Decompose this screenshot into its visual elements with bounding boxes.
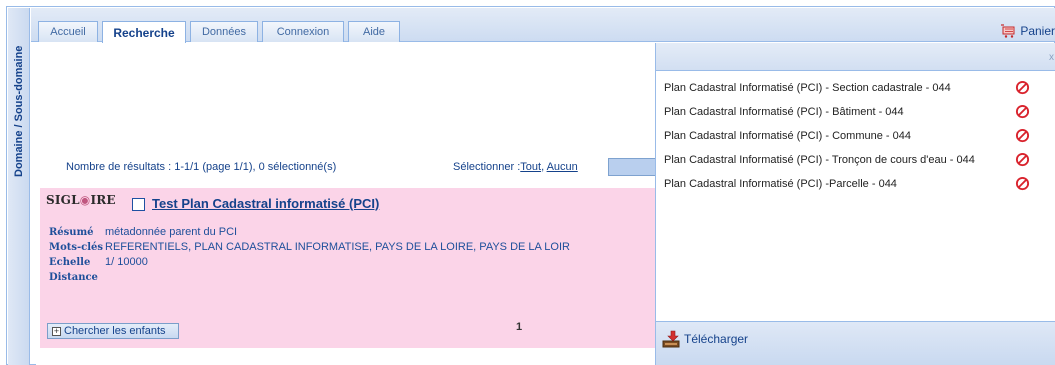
tab-donnees[interactable]: Données — [190, 21, 258, 42]
record-checkbox[interactable] — [132, 198, 145, 211]
basket-label: Panier — [1020, 24, 1055, 38]
field-row-scale: Echelle 1/ 10000 — [49, 255, 570, 270]
download-button[interactable]: Télécharger — [662, 330, 748, 348]
field-row-distance: Distance — [49, 270, 570, 285]
field-row-resume: Résumé métadonnée parent du PCI — [49, 225, 570, 240]
basket-item: Plan Cadastral Informatisé (PCI) - Commu… — [656, 124, 1055, 148]
domain-side-panel[interactable]: Domaine / Sous-domaine — [8, 8, 30, 365]
select-controls: Sélectionner :Tout, Aucun — [453, 161, 578, 173]
download-label: Télécharger — [684, 332, 749, 346]
search-children-button[interactable]: + Chercher les enfants — [47, 323, 179, 339]
basket-panel-header: x — [656, 43, 1055, 71]
basket-item-label: Plan Cadastral Informatisé (PCI) - Bâtim… — [664, 106, 904, 118]
basket-button[interactable]: Panier — [1001, 22, 1055, 40]
domain-panel-label: Domaine / Sous-domaine — [13, 45, 25, 177]
field-label: Mots-clés — [49, 242, 104, 253]
basket-panel: x Plan Cadastral Informatisé (PCI) - Sec… — [655, 43, 1055, 365]
basket-item-label: Plan Cadastral Informatisé (PCI) -Parcel… — [664, 178, 897, 190]
field-value: 1/ 10000 — [105, 256, 148, 268]
basket-list: Plan Cadastral Informatisé (PCI) - Secti… — [656, 76, 1055, 196]
field-label: Distance — [49, 272, 98, 283]
tab-accueil[interactable]: Accueil — [38, 21, 98, 42]
cart-icon — [1001, 24, 1015, 38]
forbidden-icon[interactable] — [1015, 80, 1030, 95]
basket-item-label: Plan Cadastral Informatisé (PCI) - Secti… — [664, 82, 951, 94]
tab-recherche[interactable]: Recherche — [102, 21, 186, 43]
basket-panel-footer: Télécharger — [656, 321, 1055, 365]
basket-item: Plan Cadastral Informatisé (PCI) - Tronç… — [656, 148, 1055, 172]
record-fields: Résumé métadonnée parent du PCI Mots-clé… — [49, 225, 570, 285]
siglorie-logo: SIGL◉IRE — [46, 193, 116, 207]
field-label: Echelle — [49, 257, 91, 268]
basket-item-label: Plan Cadastral Informatisé (PCI) - Commu… — [664, 130, 911, 142]
tab-connexion[interactable]: Connexion — [262, 21, 344, 42]
download-icon — [662, 330, 680, 348]
plus-box-icon: + — [52, 325, 61, 336]
pager-page-number[interactable]: 1 — [516, 321, 522, 333]
basket-item: Plan Cadastral Informatisé (PCI) - Bâtim… — [656, 100, 1055, 124]
close-icon[interactable]: x — [1049, 52, 1054, 63]
basket-item: Plan Cadastral Informatisé (PCI) - Secti… — [656, 76, 1055, 100]
field-row-keywords: Mots-clés REFERENTIELS, PLAN CADASTRAL I… — [49, 240, 570, 255]
search-children-label: Chercher les enfants — [64, 325, 166, 337]
basket-item: Plan Cadastral Informatisé (PCI) -Parcel… — [656, 172, 1055, 196]
result-record: SIGL◉IRE Test Plan Cadastral informatisé… — [40, 188, 656, 348]
select-none-link[interactable]: Aucun — [547, 161, 578, 173]
search-results-area: Nombre de résultats : 1-1/1 (page 1/1), … — [36, 43, 656, 365]
results-count: Nombre de résultats : 1-1/1 (page 1/1), … — [66, 161, 337, 173]
select-label: Sélectionner : — [453, 161, 521, 173]
results-toolbar: Nombre de résultats : 1-1/1 (page 1/1), … — [36, 158, 656, 178]
tab-strip: Accueil Recherche Données Connexion Aide… — [31, 8, 1055, 43]
forbidden-icon[interactable] — [1015, 104, 1030, 119]
forbidden-icon[interactable] — [1015, 152, 1030, 167]
selection-action-field[interactable] — [608, 158, 656, 176]
field-label: Résumé — [49, 227, 94, 238]
record-title-link[interactable]: Test Plan Cadastral informatisé (PCI) — [152, 196, 379, 211]
select-separator: , — [541, 161, 545, 173]
tab-aide[interactable]: Aide — [348, 21, 400, 42]
basket-item-label: Plan Cadastral Informatisé (PCI) - Tronç… — [664, 154, 975, 166]
forbidden-icon[interactable] — [1015, 128, 1030, 143]
select-all-link[interactable]: Tout — [520, 161, 541, 173]
field-value: métadonnée parent du PCI — [105, 226, 238, 238]
field-value: REFERENTIELS, PLAN CADASTRAL INFORMATISE… — [105, 241, 570, 253]
forbidden-icon[interactable] — [1015, 176, 1030, 191]
